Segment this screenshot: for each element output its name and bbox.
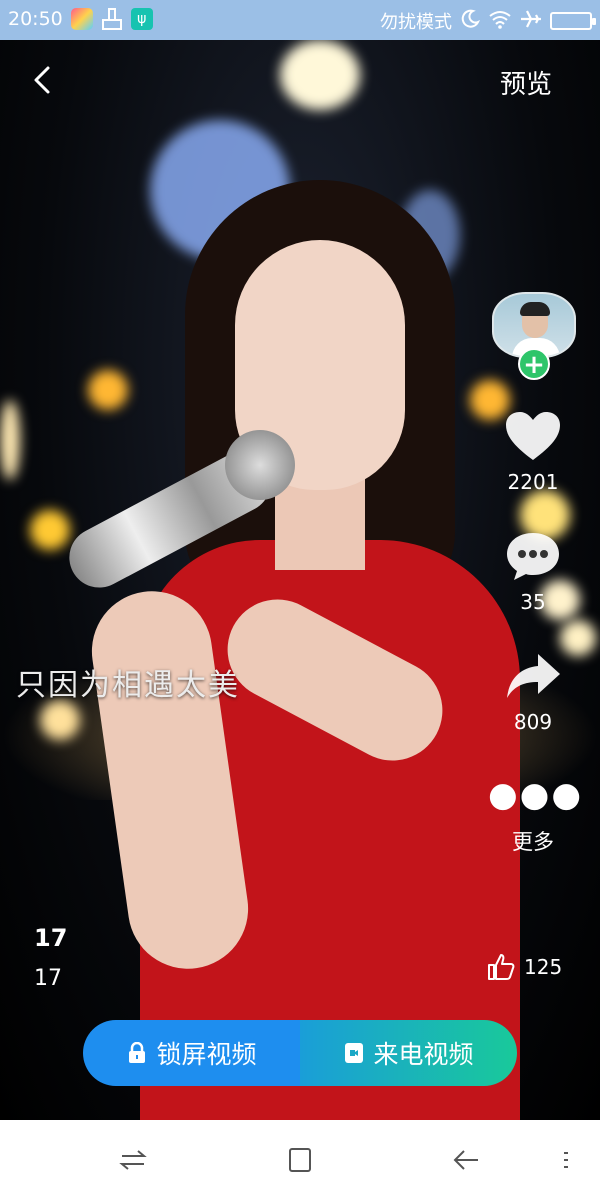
singer-figure [58, 160, 540, 1120]
share-count: 809 [513, 710, 553, 734]
share-button[interactable]: 809 [488, 650, 578, 734]
like-button[interactable]: 2201 [488, 410, 578, 494]
video-subtitle: 17 [34, 966, 62, 991]
menu-button[interactable] [556, 1146, 586, 1174]
usb-icon: ψ [130, 8, 153, 30]
thumbs-up-icon [488, 954, 515, 980]
more-label: 更多 [512, 830, 554, 854]
home-button[interactable] [286, 1146, 316, 1174]
app-icon [70, 8, 93, 30]
video-title: 17 [34, 924, 68, 952]
moon-icon [460, 9, 481, 34]
back-arrow-icon [453, 1150, 478, 1170]
status-left: 20:50 ψ [8, 8, 153, 30]
share-icon [507, 654, 560, 698]
status-bar: 20:50 ψ 勿扰模式 [0, 0, 600, 40]
chevron-left-icon [34, 66, 50, 94]
comment-icon [507, 533, 559, 580]
comment-button[interactable]: 35 [488, 530, 578, 614]
comment-count: 35 [520, 590, 546, 614]
back-nav-button[interactable] [452, 1146, 482, 1174]
battery-icon [550, 12, 596, 30]
heart-icon [506, 412, 560, 460]
set-video-buttons: 锁屏视频 来电视频 [83, 1020, 517, 1086]
clean-icon [101, 8, 123, 30]
lock-screen-video-label: 锁屏视频 [156, 1040, 257, 1069]
wifi-icon [488, 9, 512, 34]
bokeh-light [30, 510, 70, 550]
lyric-subtitle: 只因为相遇太美 [16, 668, 240, 703]
lock-icon [129, 1042, 146, 1063]
lock-screen-video-button[interactable]: 锁屏视频 [83, 1020, 300, 1086]
more-button[interactable]: ●●● 更多 [488, 778, 581, 856]
bokeh-light [0, 400, 20, 480]
airplane-icon [520, 9, 542, 34]
home-square-icon [289, 1148, 311, 1172]
recent-apps-button[interactable] [118, 1146, 148, 1174]
switch-icon [119, 1150, 147, 1170]
incoming-call-video-label: 来电视频 [373, 1040, 474, 1069]
follow-plus-icon[interactable]: + [518, 348, 550, 380]
thumbs-up-button[interactable]: 125 [486, 952, 562, 982]
thumbs-count: 125 [524, 955, 563, 979]
like-count: 2201 [507, 470, 559, 494]
microphone-head [225, 430, 295, 500]
status-time: 20:50 [8, 8, 63, 30]
preview-button[interactable]: 预览 [500, 64, 552, 101]
dnd-label: 勿扰模式 [380, 12, 452, 33]
more-dots-icon: ●●● [488, 775, 584, 815]
bokeh-light [280, 40, 360, 110]
system-nav-bar [0, 1120, 600, 1200]
avatar-hair [520, 302, 550, 316]
status-right: 勿扰模式 [380, 8, 596, 34]
back-button[interactable] [22, 58, 66, 102]
phone-video-icon [345, 1043, 364, 1063]
incoming-call-video-button[interactable]: 来电视频 [300, 1020, 517, 1086]
menu-icon [564, 1152, 568, 1168]
